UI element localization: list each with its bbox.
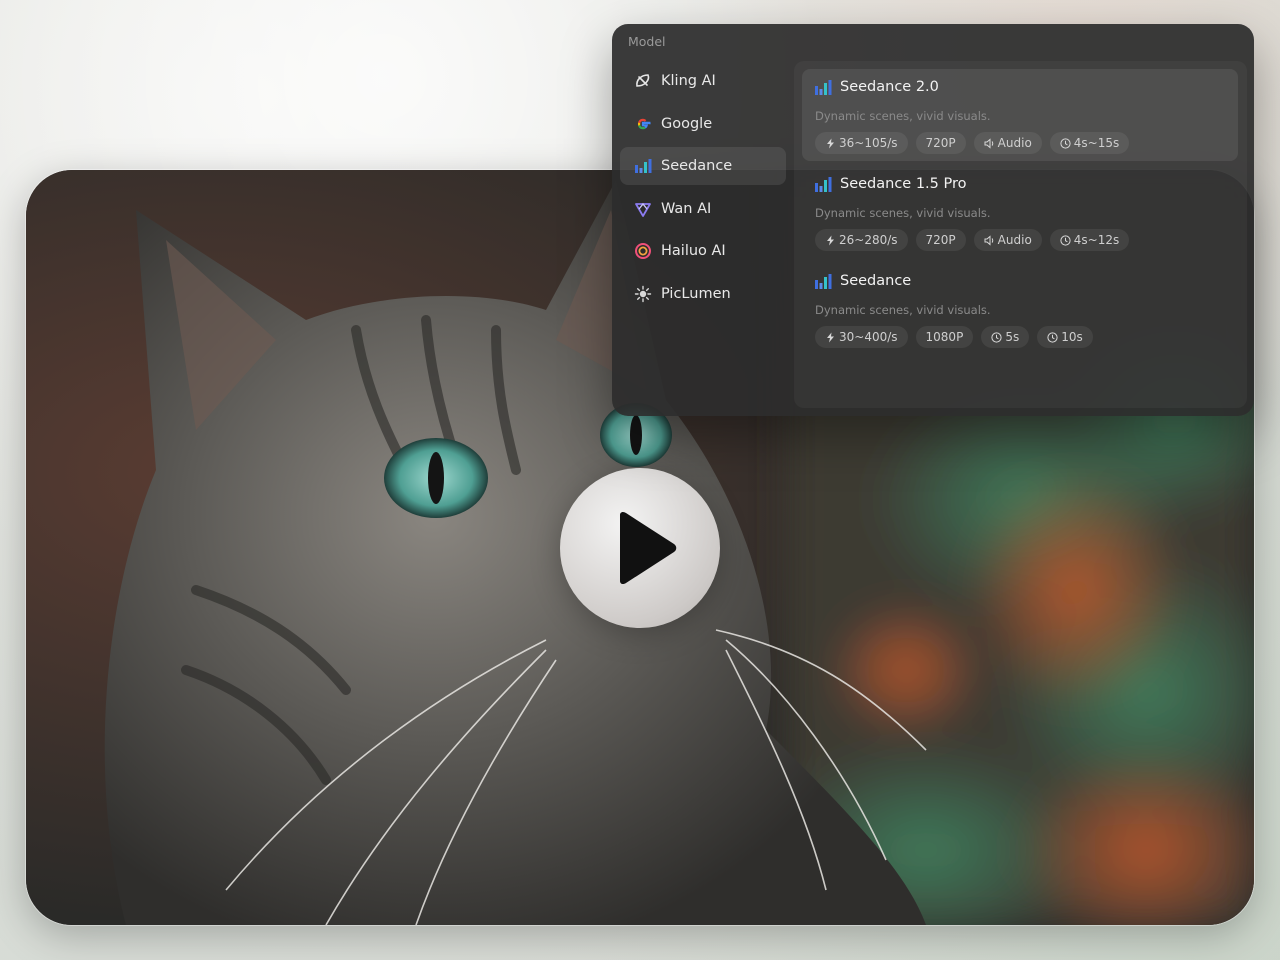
model-name: Seedance	[840, 273, 912, 289]
provider-item-hailuo-ai[interactable]: Hailuo AI	[620, 232, 786, 270]
speed-badge: 36~105/s	[815, 132, 908, 154]
clock-icon	[1060, 234, 1071, 246]
model-tags: 36~105/s 720P Audio 4s~15s	[815, 132, 1137, 154]
model-name: Seedance 1.5 Pro	[840, 176, 967, 192]
google-icon	[634, 115, 652, 133]
provider-label: Wan AI	[661, 200, 712, 217]
provider-item-wan-ai[interactable]: Wan AI	[620, 190, 786, 228]
provider-item-piclumen[interactable]: PicLumen	[620, 275, 786, 313]
model-list: Seedance 2.0 Dynamic scenes, vivid visua…	[794, 61, 1247, 408]
audio-badge: Audio	[973, 132, 1042, 154]
model-description: Dynamic scenes, vivid visuals.	[815, 206, 991, 220]
model-tags: 26~280/s 720P Audio 4s~12s	[815, 229, 1137, 251]
duration-badge: 5s	[981, 326, 1030, 348]
model-selector-panel: Model Kling AI Google Seedance Wan AI Ha…	[612, 24, 1254, 416]
model-name: Seedance 2.0	[840, 79, 939, 95]
badge-text: 720P	[925, 136, 956, 150]
play-icon	[620, 511, 677, 585]
model-description: Dynamic scenes, vivid visuals.	[815, 303, 991, 317]
provider-label: Seedance	[661, 158, 733, 175]
play-button[interactable]	[560, 468, 720, 628]
speed-badge: 26~280/s	[815, 229, 908, 251]
badge-text: Audio	[997, 136, 1032, 150]
badge-text: 4s~12s	[1073, 233, 1120, 247]
speaker-icon	[984, 234, 995, 246]
model-description: Dynamic scenes, vivid visuals.	[815, 109, 991, 123]
seedance-icon	[815, 79, 832, 95]
model-title: Seedance	[815, 273, 911, 289]
bolt-icon	[825, 235, 836, 246]
badge-text: 4s~15s	[1073, 136, 1120, 150]
seedance-icon	[815, 176, 832, 192]
provider-list: Kling AI Google Seedance Wan AI Hailuo A…	[620, 62, 786, 318]
clock-icon	[991, 331, 1002, 343]
provider-label: Google	[661, 115, 713, 132]
model-card-seedance[interactable]: Seedance Dynamic scenes, vivid visuals. …	[802, 263, 1238, 355]
piclumen-icon	[634, 285, 652, 303]
provider-label: PicLumen	[661, 285, 731, 302]
audio-badge: Audio	[973, 229, 1042, 251]
model-title: Seedance 1.5 Pro	[815, 176, 967, 192]
clock-icon	[1047, 331, 1058, 343]
model-card-seedance-2-0[interactable]: Seedance 2.0 Dynamic scenes, vivid visua…	[802, 69, 1238, 161]
badge-text: 30~400/s	[839, 330, 898, 344]
provider-item-seedance[interactable]: Seedance	[620, 147, 786, 186]
badge-text: Audio	[997, 233, 1032, 247]
resolution-badge: 720P	[915, 132, 966, 154]
panel-title: Model	[628, 34, 666, 49]
badge-text: 10s	[1061, 330, 1083, 344]
seedance-icon	[815, 273, 832, 289]
speed-badge: 30~400/s	[815, 326, 908, 348]
duration-badge: 4s~15s	[1049, 132, 1130, 154]
resolution-badge: 720P	[915, 229, 966, 251]
provider-label: Kling AI	[661, 73, 716, 89]
resolution-badge: 1080P	[915, 326, 974, 348]
model-tags: 30~400/s 1080P 5s 10s	[815, 326, 1101, 348]
provider-label: Hailuo AI	[661, 243, 726, 260]
bolt-icon	[825, 332, 836, 343]
provider-item-google[interactable]: Google	[620, 105, 786, 143]
badge-text: 1080P	[925, 330, 964, 344]
kling-icon	[634, 72, 652, 90]
badge-text: 26~280/s	[839, 233, 898, 247]
badge-text: 36~105/s	[839, 136, 898, 150]
model-card-seedance-1-5-pro[interactable]: Seedance 1.5 Pro Dynamic scenes, vivid v…	[802, 166, 1238, 258]
badge-text: 720P	[925, 233, 956, 247]
badge-text: 5s	[1005, 330, 1020, 344]
duration-badge: 10s	[1037, 326, 1093, 348]
provider-item-kling-ai[interactable]: Kling AI	[620, 62, 786, 100]
hailuo-icon	[634, 242, 652, 260]
wan-icon	[634, 200, 652, 218]
speaker-icon	[984, 137, 995, 149]
duration-badge: 4s~12s	[1049, 229, 1130, 251]
model-title: Seedance 2.0	[815, 79, 939, 95]
bolt-icon	[825, 138, 836, 149]
seedance-icon	[634, 157, 652, 175]
clock-icon	[1060, 137, 1071, 149]
